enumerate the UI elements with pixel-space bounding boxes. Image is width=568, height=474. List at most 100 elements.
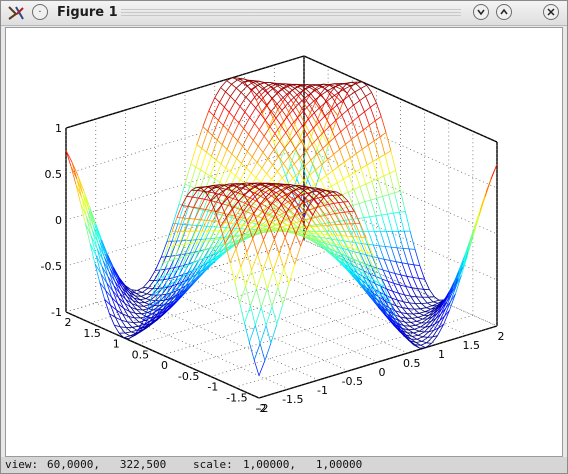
mesh-line <box>360 88 366 97</box>
mesh-line <box>260 105 267 115</box>
mesh-line <box>283 250 291 269</box>
mesh-line <box>339 149 345 163</box>
mesh-line <box>130 329 138 333</box>
mesh-line <box>288 264 296 285</box>
mesh-line <box>203 175 211 193</box>
maximize-button[interactable] <box>496 4 512 20</box>
mesh-line <box>369 120 376 126</box>
mesh-line <box>350 223 357 238</box>
mesh-line <box>326 225 333 236</box>
mesh-line <box>423 289 429 298</box>
mesh-line <box>257 146 264 153</box>
mesh-line <box>207 130 213 136</box>
y-tick-label: -1 <box>207 381 218 394</box>
mesh-line <box>226 135 234 150</box>
mesh-line <box>337 178 344 184</box>
mesh-line <box>259 343 266 361</box>
mesh-line <box>262 254 269 272</box>
mesh-line <box>382 196 388 215</box>
mesh-line <box>236 223 243 226</box>
mesh-line <box>279 147 286 161</box>
mesh-line <box>203 209 209 212</box>
mesh-line <box>106 282 114 292</box>
mesh-line <box>243 189 251 196</box>
mesh-line <box>403 231 410 250</box>
mesh-line <box>380 116 387 133</box>
mesh-line <box>257 254 263 272</box>
x-tick-label: 0.5 <box>403 357 421 370</box>
mesh-line <box>378 245 385 260</box>
mesh-line <box>353 100 360 106</box>
mesh-line <box>318 161 324 179</box>
close-button[interactable] <box>543 4 559 20</box>
mesh-line <box>399 211 406 213</box>
mesh-line <box>367 144 374 162</box>
mesh-line <box>225 167 231 173</box>
mesh-line <box>191 242 198 244</box>
mesh-line <box>366 164 373 182</box>
mesh-line <box>346 126 352 140</box>
mesh-line <box>304 159 312 167</box>
mesh-line <box>408 248 416 250</box>
mesh-line <box>381 214 387 232</box>
mesh-line <box>264 342 272 361</box>
mesh-line <box>226 80 232 85</box>
mesh-line <box>274 124 282 134</box>
mesh-line <box>320 179 326 191</box>
mesh-line <box>344 211 350 213</box>
window-menu-button[interactable]: · <box>32 4 48 20</box>
mesh-line <box>417 317 423 320</box>
mesh-line <box>148 270 156 281</box>
mesh-line <box>363 216 370 219</box>
mesh-line <box>404 211 411 232</box>
plot-area[interactable]: -1 -0.5 0 0.5 1 -2 -1.5 -1 -0.5 0 0.5 1 1.5 2 -2 -1.5 -1… <box>5 27 563 457</box>
mesh-line <box>238 122 245 129</box>
mesh-line <box>412 313 419 318</box>
mesh-line <box>419 265 425 280</box>
mesh-line <box>154 257 162 271</box>
mesh-line <box>144 302 150 305</box>
title-bar[interactable]: · Figure 1 <box>1 1 567 26</box>
mesh-line <box>357 129 364 136</box>
mesh-line <box>194 169 201 189</box>
minimize-button[interactable] <box>473 4 489 20</box>
z-tick-label: 1 <box>55 122 62 135</box>
y-tick-label: -2 <box>256 402 267 415</box>
mesh-line <box>303 95 310 105</box>
mesh-line <box>248 342 255 361</box>
mesh-line <box>359 183 367 188</box>
mesh-line <box>425 305 433 309</box>
mesh-line <box>234 282 241 303</box>
mesh-line <box>393 213 399 232</box>
grid-line <box>162 282 401 356</box>
mesh-line <box>221 144 228 150</box>
mesh-line <box>388 194 394 214</box>
mesh-line <box>260 227 267 230</box>
y-tick-label: 0 <box>161 359 168 372</box>
mesh-line <box>216 125 224 141</box>
mesh-line <box>311 225 317 228</box>
mesh-line <box>330 213 335 215</box>
mesh-line <box>256 162 263 169</box>
surface-plot[interactable]: -1-0.500.51-2-1.5-1-0.500.511.52-2-1.5-1… <box>6 28 562 456</box>
mesh-line <box>146 293 152 296</box>
mesh-line <box>253 343 261 361</box>
mesh-line <box>355 153 362 169</box>
mesh-line <box>342 179 349 193</box>
mesh-line <box>383 175 389 195</box>
mesh-line <box>185 242 192 245</box>
mesh-line <box>205 156 212 174</box>
mesh-line <box>348 95 355 106</box>
mesh-line <box>353 186 361 190</box>
mesh-line <box>283 184 290 186</box>
mesh-line <box>374 120 381 137</box>
mesh-line <box>416 338 423 342</box>
mesh-line <box>262 271 268 289</box>
mesh-line <box>189 185 195 189</box>
mesh-line <box>361 144 369 150</box>
mesh-line <box>236 145 243 159</box>
mesh-line <box>419 308 426 313</box>
mesh-line <box>426 342 432 344</box>
x-tick-label: -1 <box>317 384 328 397</box>
mesh-line <box>208 97 216 111</box>
